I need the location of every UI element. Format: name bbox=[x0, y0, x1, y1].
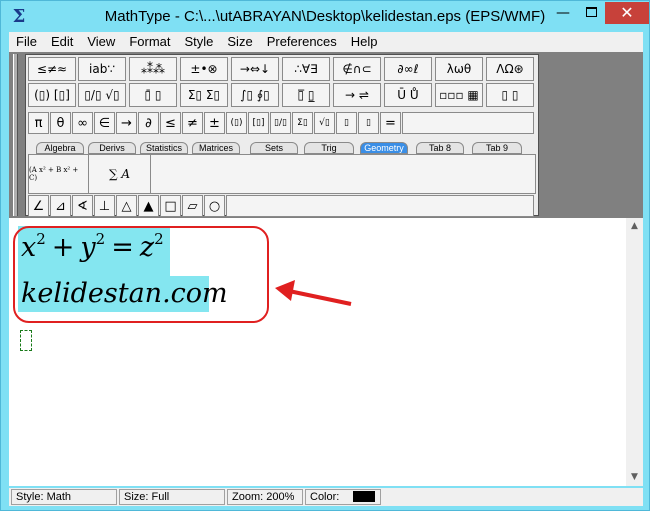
geometry-square[interactable]: □ bbox=[160, 195, 181, 217]
tab-geometry[interactable]: Geometry bbox=[360, 142, 408, 154]
palette-sets[interactable]: ∉∩⊂ bbox=[333, 57, 381, 81]
minimize-button[interactable]: — bbox=[549, 2, 577, 24]
template-superscript[interactable]: ▯ bbox=[358, 112, 379, 134]
template-quadratic[interactable]: (A x² + B x² + C) bbox=[29, 155, 89, 193]
equation-editor[interactable]: x2 + y2 = z2 kelidestan.com bbox=[9, 218, 626, 486]
palette-greek-lower[interactable]: λωθ bbox=[435, 57, 483, 81]
symbol-partial[interactable]: ∂ bbox=[138, 112, 159, 134]
title-bar[interactable]: Σ MathType - C:\...\utABRAYAN\Desktop\ke… bbox=[1, 1, 649, 32]
palette-fractions-radicals[interactable]: ▯/▯ √▯ bbox=[78, 83, 126, 107]
menu-help[interactable]: Help bbox=[344, 32, 385, 52]
menu-size[interactable]: Size bbox=[220, 32, 259, 52]
palette-operators[interactable]: ±•⊗ bbox=[180, 57, 228, 81]
mathtype-window: Σ MathType - C:\...\utABRAYAN\Desktop\ke… bbox=[0, 0, 650, 511]
template-fraction[interactable]: ▯/▯ bbox=[270, 112, 291, 134]
status-zoom: Zoom: 200% bbox=[227, 489, 303, 505]
status-bar: Style: Math Size: Full Zoom: 200% Color: bbox=[9, 488, 643, 506]
insertion-slot[interactable] bbox=[20, 330, 32, 351]
palette-overbars[interactable]: ▯̅ ▯̲ bbox=[282, 83, 330, 107]
palette-greek-upper[interactable]: ΛΩ⊛ bbox=[486, 57, 534, 81]
palette-boxes[interactable]: ▯ ▯ bbox=[486, 83, 534, 107]
symbol-element-of[interactable]: ∈ bbox=[94, 112, 115, 134]
tab-sets[interactable]: Sets bbox=[250, 142, 298, 154]
template-subscript[interactable]: ▯ bbox=[336, 112, 357, 134]
geometry-circle[interactable]: ○ bbox=[204, 195, 225, 217]
geometry-perpendicular[interactable]: ⊥ bbox=[94, 195, 115, 217]
red-callout-frame bbox=[13, 226, 269, 323]
scroll-up-icon[interactable]: ▲ bbox=[626, 218, 643, 235]
tab-matrices[interactable]: Matrices bbox=[192, 142, 240, 154]
palette-relations[interactable]: ≤≠≈ bbox=[28, 57, 76, 81]
status-color-label: Color: bbox=[310, 491, 340, 503]
symbol-right-arrow[interactable]: → bbox=[116, 112, 137, 134]
tab-trig[interactable]: Trig bbox=[304, 142, 354, 154]
vertical-scrollbar[interactable]: ▲ ▼ bbox=[626, 218, 643, 486]
template-sum[interactable]: Σ▯ bbox=[292, 112, 313, 134]
tab-template-bar: (A x² + B x² + C) ∑ A bbox=[28, 154, 536, 194]
geometry-empty-slot bbox=[226, 195, 534, 217]
tab-8[interactable]: Tab 8 bbox=[416, 142, 464, 154]
symbol-pi[interactable]: π bbox=[28, 112, 49, 134]
geometry-filled-triangle[interactable]: ▲ bbox=[138, 195, 159, 217]
tab-statistics[interactable]: Statistics bbox=[140, 142, 188, 154]
geometry-right-triangle[interactable]: ⊿ bbox=[50, 195, 71, 217]
palette-matrices[interactable]: ▫▫▫ ▦ bbox=[435, 83, 483, 107]
symbol-plus-minus[interactable]: ± bbox=[204, 112, 225, 134]
menu-file[interactable]: File bbox=[9, 32, 44, 52]
geometry-angle[interactable]: ∠ bbox=[28, 195, 49, 217]
palette-logic[interactable]: ∴∀∃ bbox=[282, 57, 330, 81]
template-parentheses[interactable]: (▯) bbox=[226, 112, 247, 134]
status-size: Size: Full bbox=[119, 489, 225, 505]
menu-edit[interactable]: Edit bbox=[44, 32, 80, 52]
palette-misc[interactable]: ∂∞ℓ bbox=[384, 57, 432, 81]
menu-style[interactable]: Style bbox=[177, 32, 220, 52]
tab-9[interactable]: Tab 9 bbox=[472, 142, 522, 154]
palette-scripts[interactable]: ▯̄ ▯ bbox=[129, 83, 177, 107]
menu-preferences[interactable]: Preferences bbox=[260, 32, 344, 52]
geometry-parallelogram[interactable]: ▱ bbox=[182, 195, 203, 217]
palette-sums[interactable]: Σ▯ Σ▯ bbox=[180, 83, 228, 107]
red-arrow-icon bbox=[275, 280, 352, 306]
palette-fences[interactable]: (▯) [▯] bbox=[28, 83, 76, 107]
close-button[interactable]: ✕ bbox=[605, 2, 649, 24]
status-style: Style: Math bbox=[11, 489, 117, 505]
template-brackets[interactable]: [▯] bbox=[248, 112, 269, 134]
scroll-down-icon[interactable]: ▼ bbox=[626, 469, 643, 486]
menu-view[interactable]: View bbox=[80, 32, 122, 52]
geometry-spherical-angle[interactable]: ∢ bbox=[72, 195, 93, 217]
maximize-icon bbox=[585, 7, 597, 17]
color-swatch bbox=[353, 491, 375, 502]
tab-algebra[interactable]: Algebra bbox=[36, 142, 84, 154]
palette-arrows[interactable]: →⇔↓ bbox=[231, 57, 279, 81]
symbol-infinity[interactable]: ∞ bbox=[72, 112, 93, 134]
template-square-root[interactable]: √▯ bbox=[314, 112, 335, 134]
palette-integrals[interactable]: ∫▯ ∮▯ bbox=[231, 83, 279, 107]
symbol-theta[interactable]: θ bbox=[50, 112, 71, 134]
symbol-less-equal[interactable]: ≤ bbox=[160, 112, 181, 134]
toolbar-area: ≤≠≈ ⅰab∵ ⁎⁑⁂ ±•⊗ →⇔↓ ∴∀∃ ∉∩⊂ ∂∞ℓ λωθ ΛΩ⊛… bbox=[9, 52, 643, 218]
symbol-equals[interactable]: = bbox=[380, 112, 401, 134]
palette-spaces[interactable]: ⅰab∵ bbox=[78, 57, 126, 81]
palette-embellishments[interactable]: ⁎⁑⁂ bbox=[129, 57, 177, 81]
menu-format[interactable]: Format bbox=[122, 32, 177, 52]
small-bar-empty-slot bbox=[402, 112, 534, 134]
toolbar-panel: ≤≠≈ ⅰab∵ ⁎⁑⁂ ±•⊗ →⇔↓ ∴∀∃ ∉∩⊂ ∂∞ℓ λωθ ΛΩ⊛… bbox=[25, 54, 539, 217]
geometry-triangle[interactable]: △ bbox=[116, 195, 137, 217]
symbol-not-equal[interactable]: ≠ bbox=[182, 112, 203, 134]
template-summation[interactable]: ∑ A bbox=[89, 155, 151, 193]
maximize-button[interactable] bbox=[578, 2, 604, 24]
menu-bar: File Edit View Format Style Size Prefere… bbox=[9, 32, 643, 52]
palette-products-sets[interactable]: Ū Ů bbox=[384, 83, 432, 107]
palette-labeled-arrows[interactable]: → ⇌ bbox=[333, 83, 381, 107]
tab-derivs[interactable]: Derivs bbox=[88, 142, 136, 154]
toolbar-grip[interactable] bbox=[13, 54, 18, 216]
